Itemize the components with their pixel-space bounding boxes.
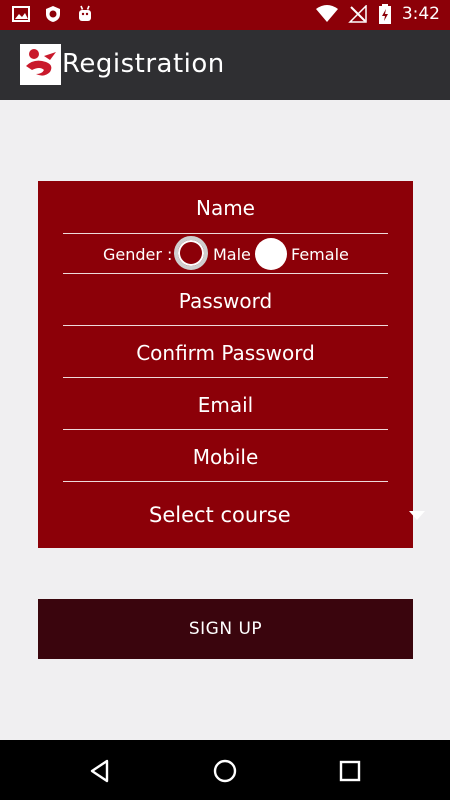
female-label[interactable]: Female (291, 245, 349, 264)
male-radio[interactable] (174, 236, 208, 270)
navigation-bar (0, 740, 450, 800)
email-field-underline (63, 429, 388, 430)
course-select-label: Select course (149, 503, 291, 527)
status-left-icons (12, 5, 94, 23)
name-field[interactable]: Name (63, 196, 388, 220)
mobile-field-underline (63, 481, 388, 482)
gender-row: Gender : Male Female (63, 233, 388, 273)
status-time: 3:42 (401, 4, 440, 24)
female-radio[interactable] (255, 238, 287, 270)
no-signal-icon (348, 5, 367, 23)
home-icon[interactable] (212, 758, 238, 784)
dropdown-arrow-icon[interactable] (409, 511, 425, 520)
back-icon[interactable] (87, 758, 113, 784)
android-icon (79, 5, 91, 21)
shield-icon (46, 6, 60, 22)
registration-form: Name Gender : Male Female Password Confi… (38, 181, 425, 548)
course-select[interactable]: Select course (63, 493, 425, 533)
password-field[interactable]: Password (63, 289, 388, 313)
battery-charging-icon (378, 4, 391, 24)
status-bar: 3:42 (0, 0, 450, 30)
status-right-icons: 3:42 (315, 4, 440, 24)
wifi-icon (315, 5, 338, 22)
page-title: Registration (62, 49, 225, 79)
recents-icon[interactable] (337, 758, 363, 784)
app-logo-icon (20, 44, 61, 85)
app-bar: Registration (0, 30, 450, 100)
image-icon (12, 6, 30, 22)
password-field-underline (63, 325, 388, 326)
mobile-field[interactable]: Mobile (63, 445, 388, 469)
gender-row-underline (63, 273, 388, 274)
email-field[interactable]: Email (63, 393, 388, 417)
confirm-password-field-underline (63, 377, 388, 378)
confirm-password-field[interactable]: Confirm Password (63, 341, 388, 365)
sign-up-button[interactable]: SIGN UP (38, 599, 413, 659)
male-label[interactable]: Male (213, 245, 251, 264)
gender-label: Gender : (103, 245, 173, 264)
